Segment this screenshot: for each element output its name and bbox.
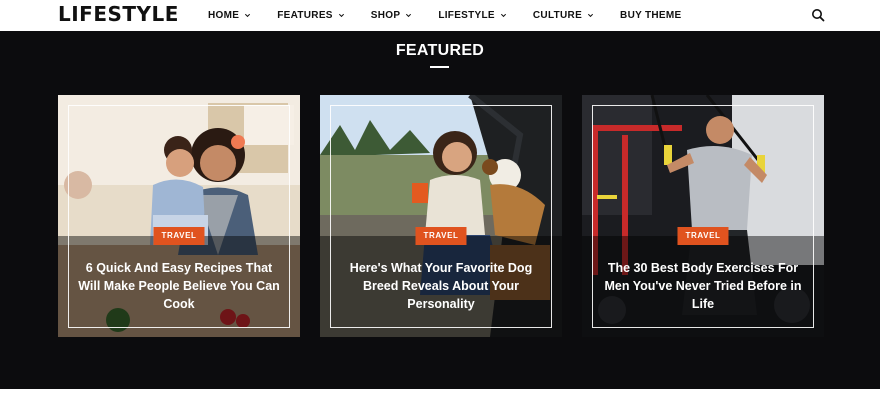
nav-item-buy-theme[interactable]: BUY THEME	[620, 10, 681, 21]
category-badge[interactable]: TRAVEL	[153, 227, 205, 245]
nav-item-label: LIFESTYLE	[438, 10, 495, 21]
chevron-down-icon	[500, 13, 506, 18]
top-navigation-bar: LIFESTYLE HOME FEATURES SHOP LIFESTYLE C…	[0, 0, 880, 31]
nav-item-shop[interactable]: SHOP	[371, 10, 413, 21]
nav-item-label: SHOP	[370, 10, 401, 21]
category-badge[interactable]: TRAVEL	[677, 227, 729, 245]
site-logo[interactable]: LIFESTYLE	[58, 1, 179, 27]
page-bottom-strip	[0, 389, 880, 400]
card-title[interactable]: The 30 Best Body Exercises For Men You'v…	[602, 259, 804, 313]
nav-item-label: FEATURES	[277, 10, 333, 21]
section-heading: FEATURED	[395, 42, 485, 59]
chevron-down-icon	[245, 13, 251, 18]
nav-item-features[interactable]: FEATURES	[277, 10, 345, 21]
search-icon[interactable]	[811, 8, 825, 22]
category-badge[interactable]: TRAVEL	[415, 227, 467, 245]
featured-section: FEATURED TRAVEL 6 Quick And Easy Recipes…	[0, 31, 880, 389]
nav-item-lifestyle[interactable]: LIFESTYLE	[438, 10, 507, 21]
nav-item-label: HOME	[208, 10, 240, 21]
nav-item-label: CULTURE	[532, 10, 583, 21]
chevron-down-icon	[587, 13, 594, 18]
nav-item-home[interactable]: HOME	[208, 10, 251, 21]
card-title[interactable]: Here's What Your Favorite Dog Breed Reve…	[340, 259, 542, 313]
card-title[interactable]: 6 Quick And Easy Recipes That Will Make …	[78, 259, 280, 313]
main-menu: HOME FEATURES SHOP LIFESTYLE CULTURE BUY…	[208, 0, 707, 31]
featured-card-dog-breed[interactable]: TRAVEL Here's What Your Favorite Dog Bre…	[320, 95, 562, 337]
nav-item-culture[interactable]: CULTURE	[533, 10, 594, 21]
featured-card-body-exercises[interactable]: TRAVEL The 30 Best Body Exercises For Me…	[582, 95, 824, 337]
nav-item-label: BUY THEME	[620, 10, 682, 21]
chevron-down-icon	[406, 13, 412, 18]
featured-card-recipes[interactable]: TRAVEL 6 Quick And Easy Recipes That Wil…	[58, 95, 300, 337]
chevron-down-icon	[338, 13, 344, 18]
heading-divider	[430, 66, 449, 68]
